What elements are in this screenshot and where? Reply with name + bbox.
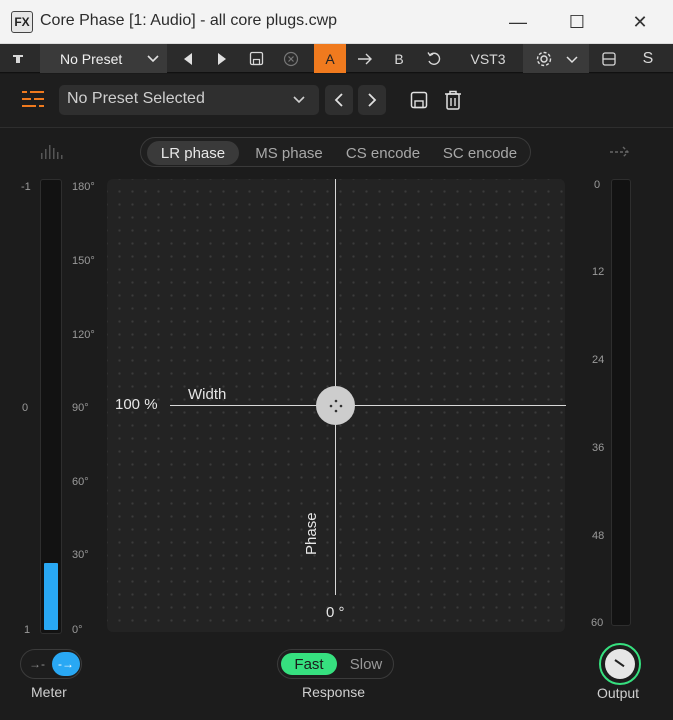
meter-input-option[interactable]: →- (25, 653, 49, 675)
chevron-left-icon (334, 93, 343, 107)
prev-preset-button[interactable] (325, 85, 353, 115)
output-meter-label: 48 (592, 530, 605, 542)
tab-ms-phase[interactable]: MS phase (245, 141, 333, 165)
chevron-right-icon (368, 93, 377, 107)
phase-scale-label: 30° (72, 549, 89, 561)
delete-icon[interactable] (279, 44, 303, 73)
response-slow-option[interactable]: Slow (341, 653, 391, 675)
xy-handle[interactable] (316, 386, 355, 425)
response-label: Response (302, 684, 366, 700)
chevron-down-icon (145, 50, 161, 69)
phase-scale-label: 0° (72, 624, 83, 636)
tab-lr-phase[interactable]: LR phase (147, 141, 239, 165)
correlation-meter (40, 179, 62, 634)
ab-a-button[interactable]: A (314, 44, 346, 73)
save-icon[interactable] (244, 44, 268, 73)
trash-icon[interactable] (441, 87, 465, 113)
phase-label: Phase (303, 512, 320, 555)
plugin-preset-dropdown[interactable]: No Preset Selected (59, 85, 319, 115)
mode-tabs: LR phase MS phase CS encode SC encode (140, 137, 531, 167)
host-toolbar: No Preset A B VST3 S (0, 44, 673, 73)
copy-arrow-icon[interactable] (352, 44, 378, 73)
spectrum-icon (40, 143, 64, 164)
output-meter-label: 60 (591, 617, 604, 629)
chevron-down-icon (291, 91, 307, 112)
ab-b-button[interactable]: B (386, 44, 412, 73)
phase-scale-label: 150° (72, 255, 95, 267)
width-label: Width (188, 386, 227, 403)
phase-scale-label: 90° (72, 402, 89, 414)
output-knob[interactable] (599, 643, 641, 685)
pin-icon[interactable] (6, 44, 30, 73)
layout-icon[interactable] (597, 44, 621, 73)
gear-icon (533, 44, 555, 73)
width-axis-line (170, 405, 566, 406)
fx-badge: FX (11, 11, 33, 33)
plugin-preset-label: No Preset Selected (67, 90, 205, 107)
tab-cs-encode[interactable]: CS encode (337, 141, 429, 165)
meter-toggle[interactable]: →- -→ (20, 649, 82, 679)
phase-value: 0 ° (326, 604, 345, 621)
width-value: 100 % (115, 396, 158, 413)
window-titlebar: FX Core Phase [1: Audio] - all core plug… (0, 0, 673, 44)
host-preset-label: No Preset (60, 50, 123, 67)
maximize-button[interactable]: ☐ (548, 0, 606, 44)
tab-sc-encode[interactable]: SC encode (433, 141, 527, 165)
meter-output-option[interactable]: -→ (52, 652, 80, 676)
save-preset-icon[interactable] (407, 87, 431, 113)
window-title: Core Phase [1: Audio] - all core plugs.c… (40, 12, 338, 29)
output-meter-label: 24 (592, 354, 605, 366)
next-preset-button[interactable] (358, 85, 386, 115)
output-arrow-icon (609, 145, 631, 163)
output-meter (611, 179, 631, 626)
response-fast-option[interactable]: Fast (281, 653, 337, 675)
meter-label: Meter (31, 684, 67, 700)
output-meter-label: 0 (594, 179, 601, 191)
left-meter-label-mid: 0 (22, 402, 29, 414)
close-button[interactable]: ✕ (611, 0, 669, 44)
host-preset-dropdown[interactable]: No Preset (40, 44, 167, 73)
output-meter-label: 12 (592, 266, 605, 278)
phase-scale-label: 60° (72, 476, 89, 488)
move-handle-icon (329, 399, 342, 412)
left-meter-label-bottom: 1 (24, 624, 31, 636)
left-meter-label-top: -1 (21, 181, 31, 193)
menu-icon[interactable] (22, 90, 44, 108)
settings-dropdown[interactable] (523, 44, 589, 73)
output-meter-label: 36 (592, 442, 605, 454)
prev-preset-icon[interactable] (176, 44, 200, 73)
phase-scale-label: 180° (72, 181, 95, 193)
undo-icon[interactable] (421, 44, 447, 73)
phase-scale-label: 120° (72, 329, 95, 341)
correlation-meter-fill (44, 563, 58, 630)
output-label: Output (597, 685, 640, 701)
next-preset-icon[interactable] (210, 44, 234, 73)
sidechain-button[interactable]: S (636, 44, 660, 73)
plugin-format-label: VST3 (470, 50, 506, 67)
chevron-down-icon (561, 44, 583, 73)
minimize-button[interactable]: — (489, 0, 547, 44)
response-toggle[interactable]: Fast Slow (277, 649, 394, 679)
